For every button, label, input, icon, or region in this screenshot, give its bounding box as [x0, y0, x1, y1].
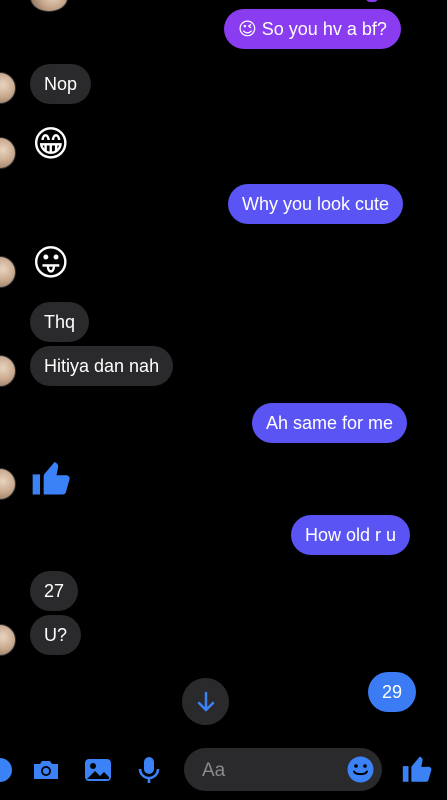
message-text: So you hv a bf?: [261, 19, 387, 39]
avatar: [0, 624, 16, 656]
message-composer[interactable]: [184, 748, 382, 793]
message-incoming-grin-emoji[interactable]: 😁: [32, 125, 70, 165]
avatar: [0, 137, 16, 169]
arrow-down-icon: [197, 691, 214, 711]
message-incoming-27[interactable]: 27: [30, 571, 79, 611]
message-outgoing-why-you-look-cute[interactable]: Why you look cute: [228, 184, 404, 224]
message-incoming-nop[interactable]: Nop: [30, 64, 92, 104]
message-incoming-hitiya-dan-nah[interactable]: Hitiya dan nah: [30, 346, 174, 386]
message-outgoing-how-old-r-u[interactable]: How old r u: [291, 515, 411, 555]
more-actions-icon[interactable]: [0, 754, 16, 786]
wink-emoji: 😉: [238, 19, 257, 40]
message-incoming-thumbs-up-icon[interactable]: [29, 456, 73, 500]
message-incoming-tongue-emoji[interactable]: 😛: [32, 244, 70, 284]
avatar: [0, 468, 16, 500]
smiley-icon[interactable]: [346, 755, 375, 784]
message-outgoing-ah-same-for-me[interactable]: Ah same for me: [252, 403, 408, 443]
read-receipt-dot: [366, 0, 378, 2]
message-incoming-u[interactable]: U?: [30, 615, 82, 655]
avatar: [0, 72, 16, 104]
avatar: [0, 256, 16, 288]
camera-icon[interactable]: [30, 754, 62, 786]
thumbs-up-icon[interactable]: [400, 752, 434, 786]
message-outgoing-29[interactable]: 29: [368, 672, 417, 712]
microphone-icon[interactable]: [133, 754, 165, 786]
message-outgoing-so-you-hv-a-bf[interactable]: 😉 So you hv a bf?: [224, 9, 401, 49]
image-icon[interactable]: [82, 754, 114, 786]
message-input[interactable]: [200, 748, 344, 793]
avatar-top: [30, 0, 68, 12]
message-incoming-thq[interactable]: Thq: [30, 302, 90, 342]
scroll-to-bottom-button[interactable]: [182, 678, 229, 725]
avatar: [0, 355, 16, 387]
